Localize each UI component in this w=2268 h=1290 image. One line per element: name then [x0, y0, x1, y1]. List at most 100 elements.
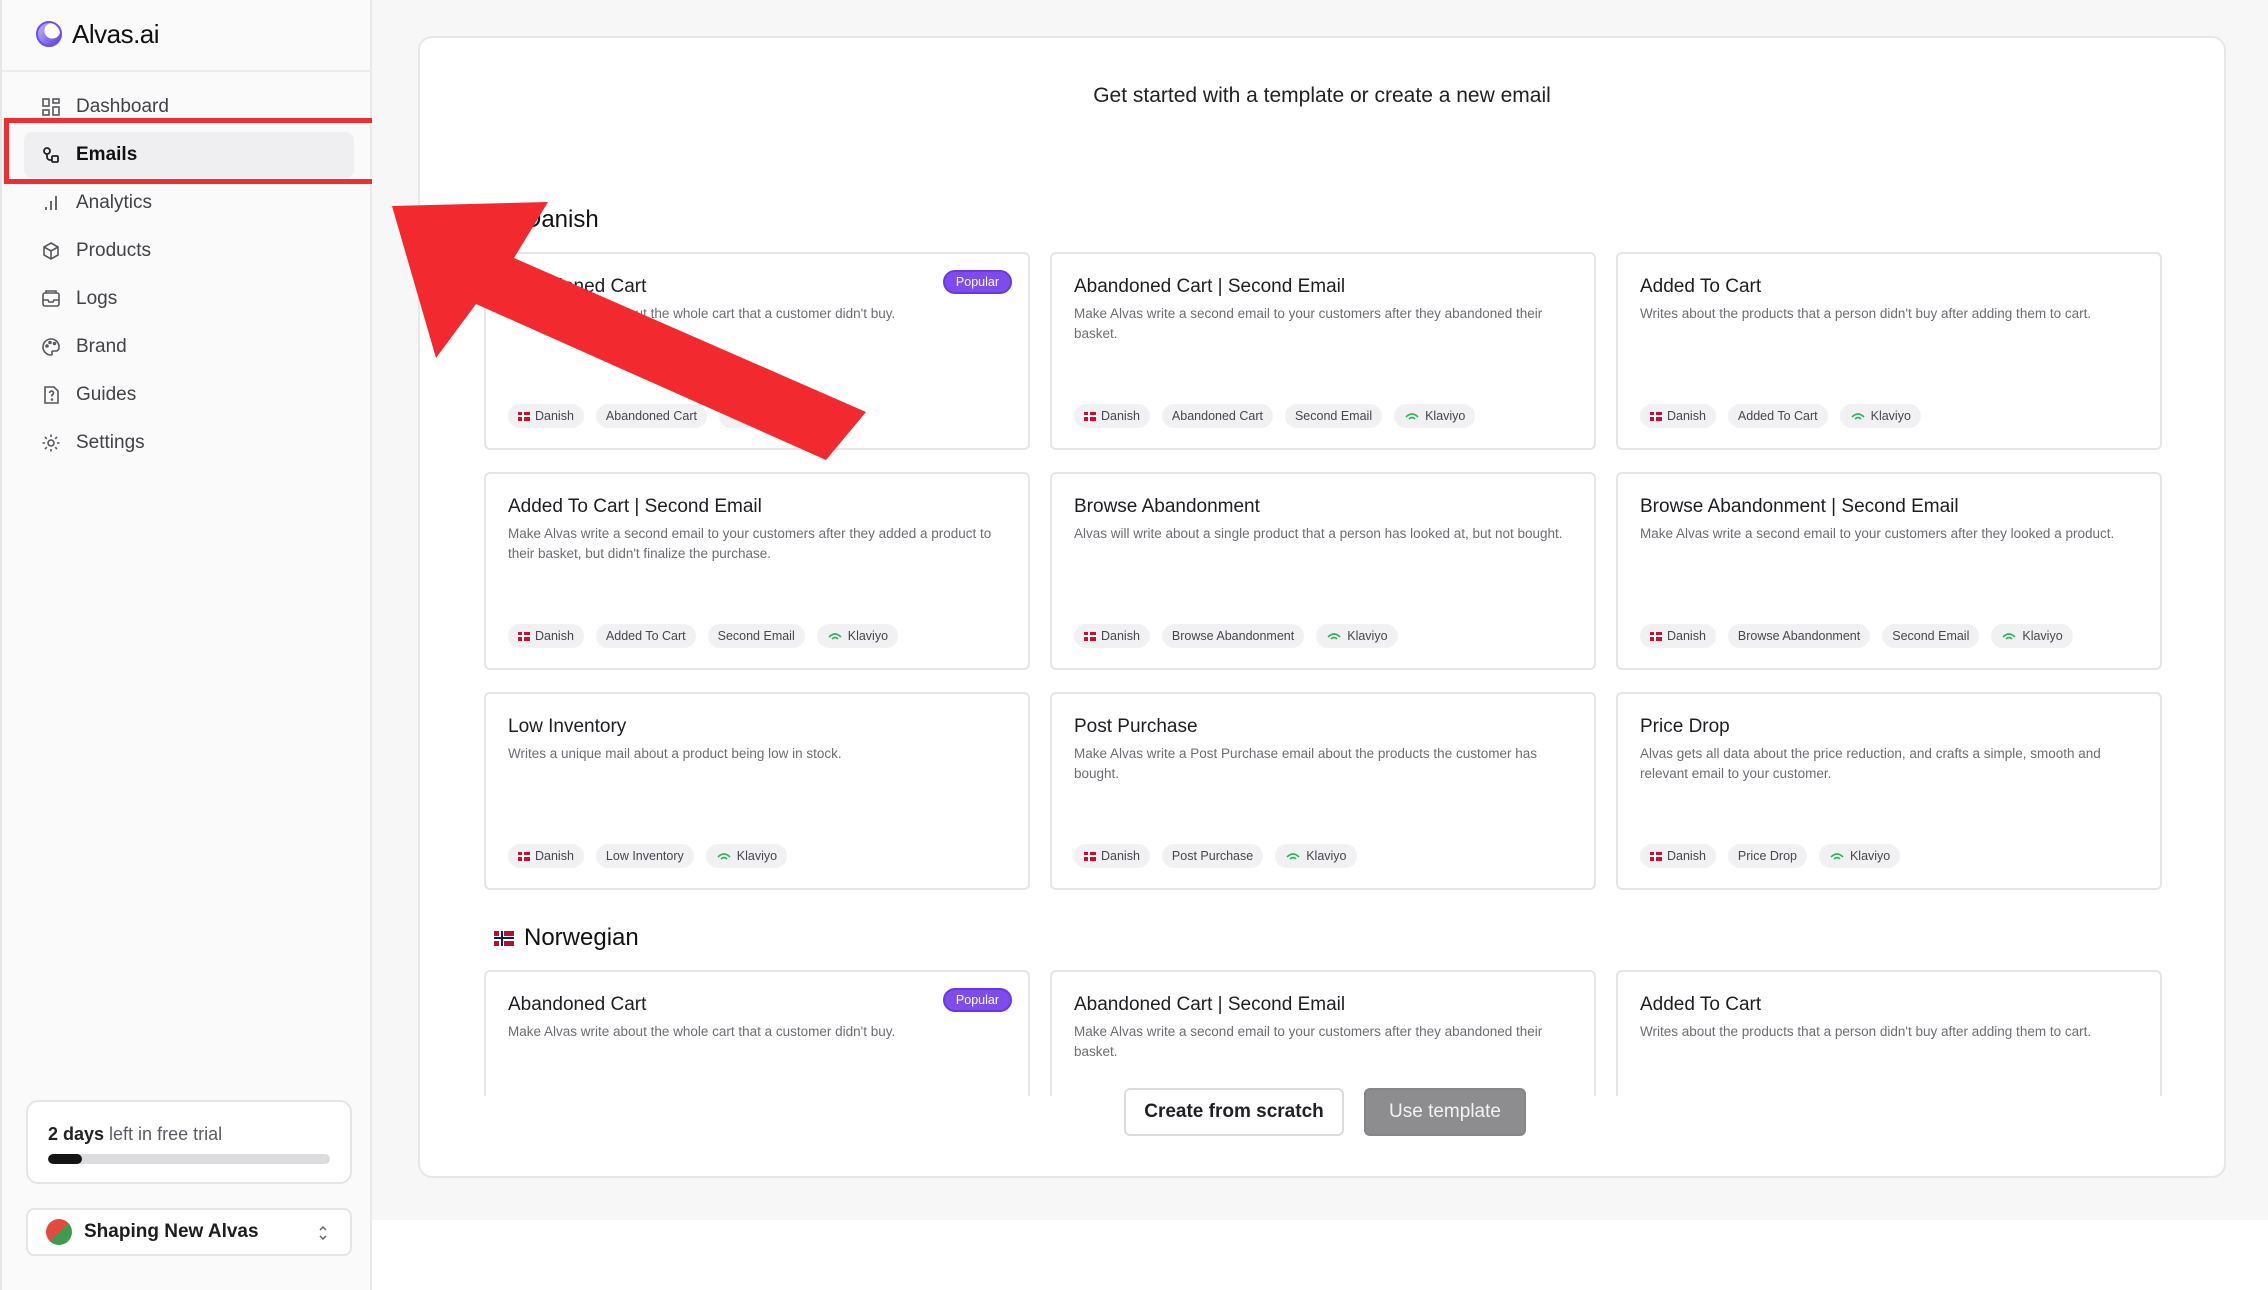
gear-icon [42, 434, 60, 452]
template-card[interactable]: Abandoned Cart Make Alvas write about the… [484, 970, 1030, 1096]
tag: Danish [508, 404, 584, 428]
tag: Klaviyo [1394, 404, 1476, 428]
chevron-up-down-icon [319, 1225, 327, 1241]
template-card-title: Browse Abandonment [1074, 496, 1260, 517]
template-card[interactable]: Low Inventory Writes a unique mail about … [484, 692, 1030, 890]
dashboard-icon [42, 98, 60, 116]
tag-label: Danish [1101, 849, 1140, 863]
analytics-icon [45, 196, 57, 210]
sidebar-item-guides[interactable]: Guides [24, 372, 354, 418]
sidebar-item-label: Products [76, 240, 151, 261]
klaviyo-icon [1830, 853, 1844, 860]
guides-icon [44, 386, 59, 404]
template-card-tags: Danish Price Drop Klaviyo [1640, 844, 1901, 868]
tag-label: Danish [535, 629, 574, 643]
tag-label: Second Email [1892, 629, 1970, 643]
template-card-description: Make Alvas write about the whole cart th… [508, 1024, 896, 1039]
template-card-title: Price Drop [1640, 716, 1730, 737]
template-card[interactable]: Abandoned Cart Make Alvas write about the… [484, 252, 1030, 450]
template-card-title: Browse Abandonment | Second Email [1640, 496, 1959, 517]
template-card-tags: Danish Added To Cart Second Email Klaviyo [508, 624, 899, 648]
template-card[interactable]: Added To Cart Writes about the products t… [1616, 252, 2162, 450]
template-card[interactable]: Post Purchase Make Alvas write a Post Pur… [1050, 692, 1596, 890]
danish-flag-icon [1084, 411, 1096, 421]
tag: Abandoned Cart [1161, 404, 1273, 428]
danish-flag-icon [1650, 851, 1662, 861]
tag-label: Browse Abandonment [1737, 629, 1861, 643]
sidebar: Alvas.ai Dashboard Emails Analytics Prod… [0, 0, 372, 1290]
template-card[interactable]: Browse Abandonment Alvas will write about… [1050, 472, 1596, 670]
tag-label: Klaviyo [1306, 849, 1347, 863]
template-card-description: Make Alvas write a second email to your … [1074, 1024, 1543, 1059]
template-card[interactable]: Browse Abandonment | Second Email Make Al… [1616, 472, 2162, 670]
sidebar-item-settings[interactable]: Settings [24, 420, 354, 466]
tag-label: Danish [1667, 849, 1706, 863]
tag-label: Danish [1667, 409, 1706, 423]
tag: Added To Cart [595, 624, 696, 648]
tag-label: Abandoned Cart [1171, 409, 1263, 423]
app-logo[interactable]: Alvas.ai [36, 14, 160, 54]
popular-badge: Popular [942, 988, 1012, 1012]
template-card[interactable]: Abandoned Cart | Second Email Make Alvas … [1050, 970, 1596, 1096]
tag-label: Klaviyo [1347, 629, 1388, 643]
tag: Danish [1640, 404, 1716, 428]
template-card-title: Abandoned Cart | Second Email [1074, 994, 1346, 1015]
template-card-title: Abandoned Cart [508, 994, 647, 1015]
tag: Danish [1074, 624, 1150, 648]
tag: Klaviyo [1316, 624, 1398, 648]
use-template-button[interactable]: Use template [1364, 1088, 1526, 1136]
workspace-switcher[interactable]: Shaping New Alvas [26, 1208, 352, 1256]
create-from-scratch-button[interactable]: Create from scratch [1124, 1088, 1344, 1136]
template-card[interactable]: Added To Cart Writes about the products t… [1616, 970, 2162, 1096]
trial-text: 2 days left in free trial [48, 1124, 222, 1145]
template-card-tags: Danish Browse Abandonment Klaviyo [1074, 624, 1398, 648]
tag: Danish [508, 624, 584, 648]
sidebar-item-logs[interactable]: Logs [24, 276, 354, 322]
tag-label: Abandoned Cart [605, 409, 697, 423]
klaviyo-icon [828, 633, 842, 640]
template-card[interactable]: Abandoned Cart | Second Email Make Alvas … [1050, 252, 1596, 450]
klaviyo-icon [717, 853, 731, 860]
template-card[interactable]: Price Drop Alvas gets all data about the … [1616, 692, 2162, 890]
page-title: Get started with a template or create a … [1093, 84, 1551, 107]
template-card-description: Alvas will write about a single product … [1074, 526, 1563, 541]
tag-label: Klaviyo [749, 409, 791, 423]
template-card-title: Post Purchase [1074, 716, 1198, 737]
template-card-description: Writes a unique mail about a product bei… [508, 746, 842, 761]
tag-label: Klaviyo [736, 849, 778, 863]
tag-label: Danish [1101, 409, 1140, 423]
logs-icon [42, 290, 60, 307]
free-trial-card[interactable]: 2 days left in free trial [26, 1100, 352, 1184]
section-heading-danish: Danish [494, 206, 599, 234]
danish-flag-icon [518, 631, 530, 641]
template-list[interactable]: Danish Abandoned Cart Make Alvas write ab… [484, 158, 2164, 1096]
template-card-tags: Danish Abandoned Cart Klaviyo [508, 404, 801, 428]
trial-progress-bar [48, 1154, 330, 1164]
template-picker-panel: Get started with a template or create a … [418, 36, 2226, 1178]
tag: Second Email [1882, 624, 1980, 648]
template-card-tags: Danish Added To Cart Klaviyo [1640, 404, 1921, 428]
tag-label: Browse Abandonment [1171, 629, 1295, 643]
tag: Klaviyo [1991, 624, 2073, 648]
template-card-description: Writes about the products that a person … [1640, 306, 2092, 321]
tag-label: Danish [1667, 629, 1706, 643]
sidebar-item-brand[interactable]: Brand [24, 324, 354, 370]
sidebar-item-products[interactable]: Products [24, 228, 354, 274]
tag: Added To Cart [1727, 404, 1828, 428]
template-card[interactable]: Added To Cart | Second Email Make Alvas w… [484, 472, 1030, 670]
tag-label: Post Purchase [1171, 849, 1254, 863]
tag: Abandoned Cart [595, 404, 707, 428]
tag-label: Second Email [717, 629, 795, 643]
sidebar-item-analytics[interactable]: Analytics [24, 180, 354, 226]
tag-label: Price Drop [1737, 849, 1797, 863]
norwegian-flag-icon [494, 930, 514, 946]
template-card-description: Make Alvas write a Post Purchase email a… [1074, 746, 1537, 781]
tag-label: Added To Cart [605, 629, 686, 643]
template-card-title: Added To Cart | Second Email [508, 496, 762, 517]
tag: Post Purchase [1161, 844, 1264, 868]
template-card-description: Make Alvas write a second email to your … [1074, 306, 1543, 341]
sidebar-item-label: Dashboard [76, 96, 169, 117]
trial-suffix: left in free trial [104, 1124, 223, 1144]
tag: Klaviyo [1818, 844, 1901, 868]
tag: Price Drop [1727, 844, 1807, 868]
